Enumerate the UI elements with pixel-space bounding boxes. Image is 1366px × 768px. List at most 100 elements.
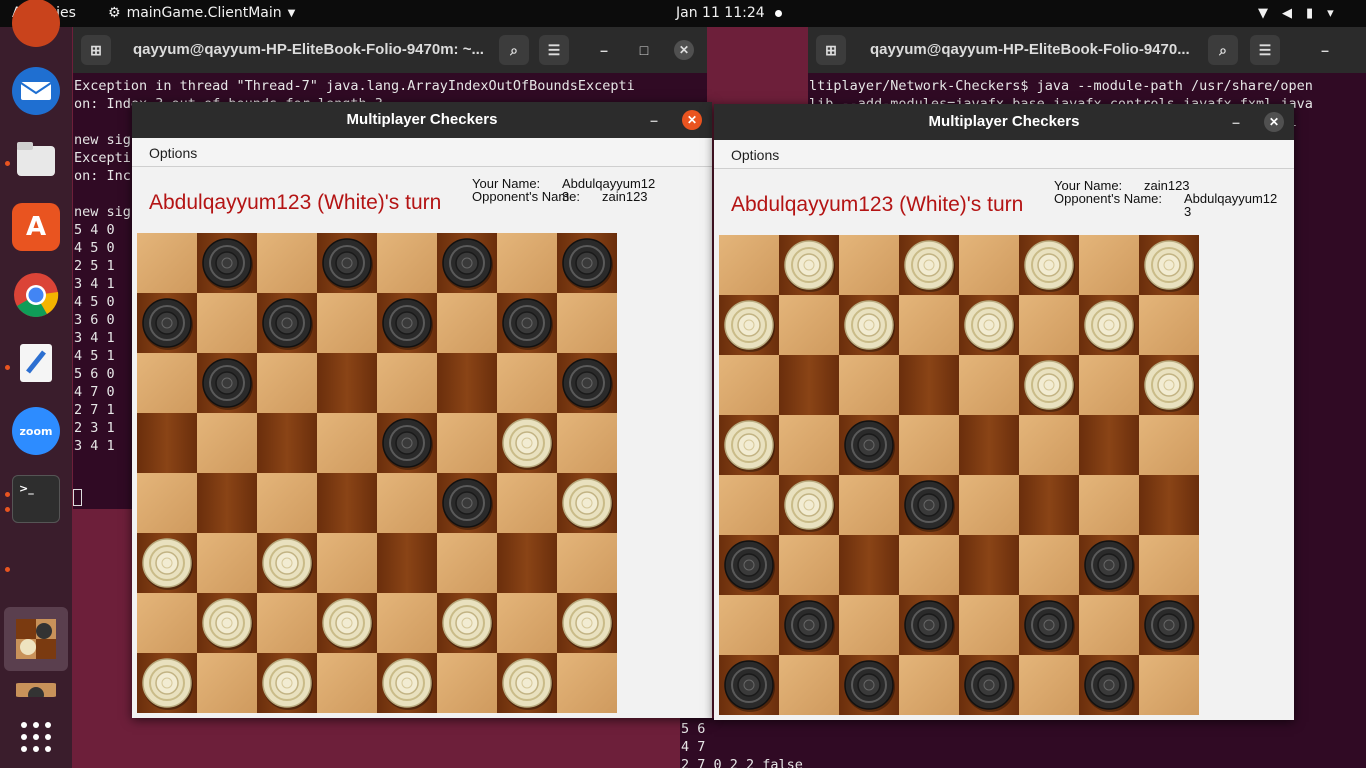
- board-square[interactable]: [377, 353, 437, 413]
- board-square[interactable]: [1079, 475, 1139, 535]
- board-square[interactable]: [437, 353, 497, 413]
- board-square[interactable]: [959, 235, 1019, 295]
- thunderbird-icon[interactable]: [12, 67, 60, 115]
- options-menu[interactable]: Options: [731, 140, 779, 170]
- board-square[interactable]: [839, 595, 899, 655]
- board-square[interactable]: [197, 473, 257, 533]
- board-square[interactable]: [959, 595, 1019, 655]
- board-square[interactable]: [899, 535, 959, 595]
- new-tab-button[interactable]: ⊞: [81, 35, 111, 65]
- hamburger-menu-button[interactable]: ☰: [539, 35, 569, 65]
- board-square[interactable]: [839, 235, 899, 295]
- board-square[interactable]: [137, 413, 197, 473]
- black-checker-piece[interactable]: [382, 418, 433, 470]
- board-square[interactable]: [959, 415, 1019, 475]
- white-checker-piece[interactable]: [1144, 360, 1195, 412]
- checkers-board[interactable]: [719, 235, 1199, 715]
- board-square[interactable]: [137, 593, 197, 653]
- board-square[interactable]: [497, 233, 557, 293]
- close-button[interactable]: ✕: [674, 40, 694, 60]
- board-square[interactable]: [719, 595, 779, 655]
- board-square[interactable]: [317, 413, 377, 473]
- software-icon[interactable]: A: [12, 203, 60, 251]
- board-square[interactable]: [899, 355, 959, 415]
- board-square[interactable]: [377, 473, 437, 533]
- board-square[interactable]: [557, 413, 617, 473]
- board-square[interactable]: [899, 415, 959, 475]
- board-square[interactable]: [1139, 655, 1199, 715]
- board-square[interactable]: [557, 293, 617, 353]
- app-menu[interactable]: ⚙ mainGame.ClientMain ▼: [108, 0, 295, 27]
- white-checker-piece[interactable]: [202, 598, 253, 650]
- black-checker-piece[interactable]: [262, 298, 313, 350]
- board-square[interactable]: [1139, 295, 1199, 355]
- black-checker-piece[interactable]: [844, 420, 895, 472]
- board-square[interactable]: [1079, 415, 1139, 475]
- board-square[interactable]: [257, 593, 317, 653]
- board-square[interactable]: [779, 415, 839, 475]
- show-apps-icon[interactable]: [12, 713, 60, 761]
- board-square[interactable]: [437, 413, 497, 473]
- white-checker-piece[interactable]: [142, 538, 193, 590]
- board-square[interactable]: [557, 653, 617, 713]
- white-checker-piece[interactable]: [502, 418, 553, 470]
- white-checker-piece[interactable]: [1084, 300, 1135, 352]
- new-tab-button[interactable]: ⊞: [816, 35, 846, 65]
- board-square[interactable]: [719, 355, 779, 415]
- black-checker-piece[interactable]: [562, 358, 613, 410]
- board-square[interactable]: [1019, 655, 1079, 715]
- firefox-icon[interactable]: [12, 0, 60, 47]
- board-square[interactable]: [317, 473, 377, 533]
- board-square[interactable]: [779, 655, 839, 715]
- board-square[interactable]: [197, 533, 257, 593]
- black-checker-piece[interactable]: [1024, 600, 1075, 652]
- board-square[interactable]: [497, 593, 557, 653]
- board-square[interactable]: [317, 293, 377, 353]
- board-square[interactable]: [317, 533, 377, 593]
- window-titlebar[interactable]: Multiplayer Checkers – ✕: [132, 102, 712, 138]
- board-square[interactable]: [1079, 235, 1139, 295]
- board-square[interactable]: [197, 653, 257, 713]
- black-checker-piece[interactable]: [844, 660, 895, 712]
- hamburger-menu-button[interactable]: ☰: [1250, 35, 1280, 65]
- search-button[interactable]: ⌕: [1208, 35, 1238, 65]
- white-checker-piece[interactable]: [562, 598, 613, 650]
- terminal-icon[interactable]: >_: [12, 475, 60, 523]
- checkers-window-left[interactable]: Multiplayer Checkers – ✕ Options Abdulqa…: [132, 102, 712, 718]
- board-square[interactable]: [1019, 535, 1079, 595]
- board-square[interactable]: [1019, 295, 1079, 355]
- board-square[interactable]: [1139, 475, 1199, 535]
- board-square[interactable]: [317, 653, 377, 713]
- board-square[interactable]: [437, 533, 497, 593]
- black-checker-piece[interactable]: [904, 480, 955, 532]
- chrome-icon[interactable]: [12, 271, 60, 319]
- text-editor-icon[interactable]: [12, 339, 60, 387]
- white-checker-piece[interactable]: [1024, 360, 1075, 412]
- black-checker-piece[interactable]: [202, 238, 253, 290]
- checkers-board[interactable]: [137, 233, 617, 713]
- minimize-button[interactable]: –: [1224, 110, 1248, 134]
- white-checker-piece[interactable]: [844, 300, 895, 352]
- white-checker-piece[interactable]: [784, 240, 835, 292]
- board-square[interactable]: [437, 653, 497, 713]
- white-checker-piece[interactable]: [262, 538, 313, 590]
- minimize-button[interactable]: –: [1312, 37, 1338, 63]
- black-checker-piece[interactable]: [1084, 660, 1135, 712]
- white-checker-piece[interactable]: [724, 420, 775, 472]
- board-square[interactable]: [779, 355, 839, 415]
- maximize-button[interactable]: □: [631, 37, 657, 63]
- board-square[interactable]: [317, 353, 377, 413]
- black-checker-piece[interactable]: [322, 238, 373, 290]
- white-checker-piece[interactable]: [904, 240, 955, 292]
- board-square[interactable]: [899, 655, 959, 715]
- board-square[interactable]: [377, 233, 437, 293]
- board-square[interactable]: [1079, 355, 1139, 415]
- close-button[interactable]: ✕: [1264, 112, 1284, 132]
- board-square[interactable]: [839, 535, 899, 595]
- board-square[interactable]: [1079, 595, 1139, 655]
- black-checker-piece[interactable]: [502, 298, 553, 350]
- board-square[interactable]: [137, 233, 197, 293]
- white-checker-piece[interactable]: [562, 478, 613, 530]
- window-titlebar[interactable]: Multiplayer Checkers – ✕: [714, 104, 1294, 140]
- black-checker-piece[interactable]: [724, 660, 775, 712]
